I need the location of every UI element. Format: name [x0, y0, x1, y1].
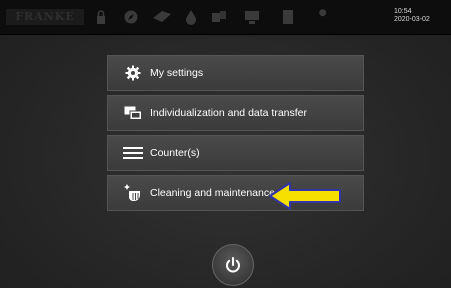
menu-item-my-settings[interactable]: My settings	[107, 55, 364, 91]
screens-icon	[122, 103, 144, 123]
highlight-arrow-icon	[269, 182, 341, 210]
menu-item-label: My settings	[150, 67, 204, 79]
menu-item-label: Counter(s)	[150, 147, 200, 159]
menu-item-counters[interactable]: Counter(s)	[107, 135, 364, 171]
clock: 10:54 2020-03-02	[394, 8, 444, 24]
power-icon	[226, 257, 240, 273]
status-bar: FRANKE 10:54 2020-03-02	[0, 0, 451, 35]
hand-cleaning-icon	[122, 183, 144, 203]
maintenance-screen: FRANKE 10:54 2020-03-02 My settings Indi…	[0, 0, 451, 288]
compass-icon[interactable]	[122, 8, 140, 26]
time-text: 10:54	[394, 8, 412, 15]
menu-item-label: Cleaning and maintenance	[150, 187, 275, 199]
menu-item-individualization[interactable]: Individualization and data transfer	[107, 95, 364, 131]
date-text: 2020-03-02	[394, 16, 430, 23]
power-button[interactable]	[212, 244, 254, 286]
document-icon[interactable]	[279, 8, 297, 26]
display-icon[interactable]	[243, 8, 261, 26]
tag-icon[interactable]	[150, 8, 174, 26]
list-icon	[122, 143, 144, 163]
gear-icon	[122, 63, 144, 83]
brand-logo: FRANKE	[6, 9, 84, 25]
menu-item-label: Individualization and data transfer	[150, 107, 308, 119]
wrench-icon[interactable]	[313, 8, 331, 26]
drop-icon[interactable]	[182, 8, 200, 26]
cup-transfer-icon[interactable]	[210, 8, 228, 26]
padlock-icon[interactable]	[92, 8, 110, 26]
